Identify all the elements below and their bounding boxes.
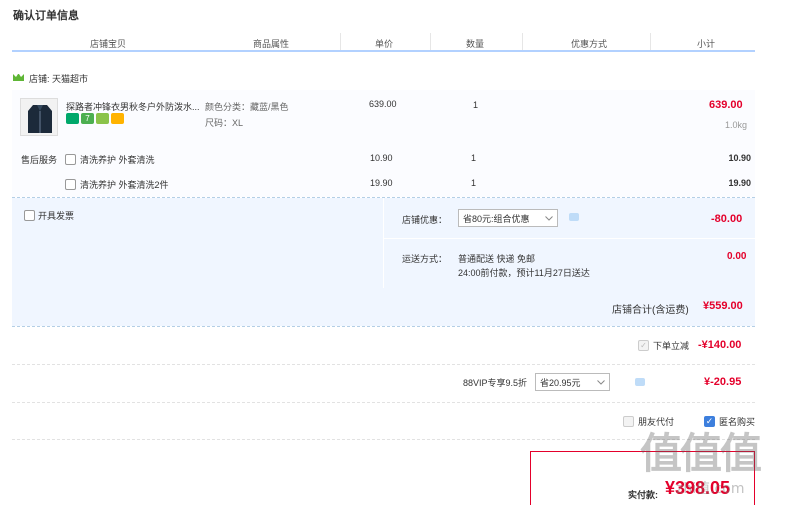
product-thumbnail[interactable]	[20, 98, 58, 136]
product-price: 639.00	[369, 99, 397, 109]
tmall-badge-icon	[66, 113, 79, 124]
chat-icon[interactable]	[569, 213, 579, 221]
shipping-amount: 0.00	[727, 251, 747, 262]
after-sales-label: 售后服务	[21, 155, 58, 165]
col-header-price: 单价	[375, 39, 394, 49]
seven-day-return-icon: 7	[81, 113, 94, 124]
shop-discount-select[interactable]: 省80元:组合优惠	[458, 209, 558, 227]
watermark-logo: 值值值	[640, 429, 762, 478]
page-title: 确认订单信息	[13, 10, 79, 22]
shop-discount-amount: -80.00	[711, 213, 743, 225]
vip-select[interactable]: 省20.95元	[535, 373, 610, 391]
divider	[12, 402, 755, 403]
after-sales-option[interactable]: 清洗养护 外套清洗2件	[65, 178, 169, 191]
after-sales-option[interactable]: 清洗养护 外套清洗	[65, 153, 155, 166]
col-header-promo: 优惠方式	[571, 39, 608, 49]
product-size: 尺码：XL	[205, 118, 244, 128]
shop-discount-value: 省80元:组合优惠	[463, 213, 530, 224]
after-sales-subtotal: 10.90	[728, 153, 751, 163]
final-label: 实付款:	[628, 490, 658, 500]
product-qty: 1	[473, 100, 479, 110]
order-discount-label: 下单立减	[653, 341, 690, 351]
after-sales-price: 19.90	[370, 178, 393, 188]
after-sales-option-label: 清洗养护 外套清洗	[80, 155, 155, 165]
shipping-eta: 24:00前付款，预计11月27日送达	[458, 268, 590, 278]
watermark-url: zhi值.com	[676, 481, 745, 497]
order-discount-option[interactable]: ✓ 下单立减	[638, 339, 689, 352]
tmall-cat-icon	[12, 73, 25, 85]
invoice-checkbox[interactable]	[24, 210, 35, 221]
product-subtotal: 639.00	[709, 99, 743, 111]
after-sales-option-label: 清洗养护 外套清洗2件	[80, 180, 169, 190]
chevron-down-icon	[545, 213, 553, 223]
shop-name[interactable]: 店铺: 天猫超市	[12, 72, 88, 85]
chat-icon[interactable]	[634, 378, 645, 386]
product-name[interactable]: 探路者冲锋衣男秋冬户外防泼水...	[66, 100, 202, 113]
invoice-label: 开具发票	[38, 211, 75, 221]
header-divider	[522, 33, 523, 50]
divider	[12, 364, 755, 365]
after-sales-subtotal: 19.90	[728, 178, 751, 188]
order-discount-checkbox: ✓	[638, 340, 649, 351]
divider	[12, 326, 755, 327]
vip-select-value: 省20.95元	[540, 377, 581, 388]
friend-pay-checkbox[interactable]	[623, 416, 634, 427]
after-sales-checkbox[interactable]	[65, 154, 76, 165]
divider	[384, 238, 755, 239]
after-sales-checkbox[interactable]	[65, 179, 76, 190]
shop-label: 店铺: 天猫超市	[29, 74, 89, 84]
shop-total-amount: ¥559.00	[703, 300, 743, 312]
col-header-item: 店铺宝贝	[90, 39, 127, 49]
shipping-method: 普通配送 快递 免邮	[458, 254, 536, 264]
col-header-subtotal: 小计	[697, 39, 716, 49]
vip-label: 88VIP专享9.5折	[463, 378, 528, 388]
header-underline	[12, 50, 755, 52]
col-header-qty: 数量	[466, 39, 485, 49]
after-sales-price: 10.90	[370, 153, 393, 163]
shipping-label: 运送方式：	[402, 254, 448, 264]
header-divider	[650, 33, 651, 50]
after-sales-qty: 1	[471, 178, 477, 188]
after-sales-qty: 1	[471, 153, 477, 163]
order-discount-amount: -¥140.00	[698, 339, 742, 351]
header-divider	[430, 33, 431, 50]
shop-discount-label: 店铺优惠：	[402, 215, 448, 225]
col-header-attr: 商品属性	[253, 39, 290, 49]
chevron-down-icon	[597, 377, 605, 387]
vip-amount: ¥-20.95	[704, 376, 742, 388]
service-badges: 7	[66, 113, 124, 124]
product-color: 颜色分类：藏蓝/黑色	[205, 102, 289, 112]
guarantee-icon	[96, 113, 109, 124]
invoice-option[interactable]: 开具发票	[24, 209, 74, 222]
shop-total-label: 店铺合计(含运费)	[612, 305, 689, 316]
product-weight: 1.0kg	[725, 120, 748, 130]
card-icon	[111, 113, 124, 124]
header-divider	[340, 33, 341, 50]
